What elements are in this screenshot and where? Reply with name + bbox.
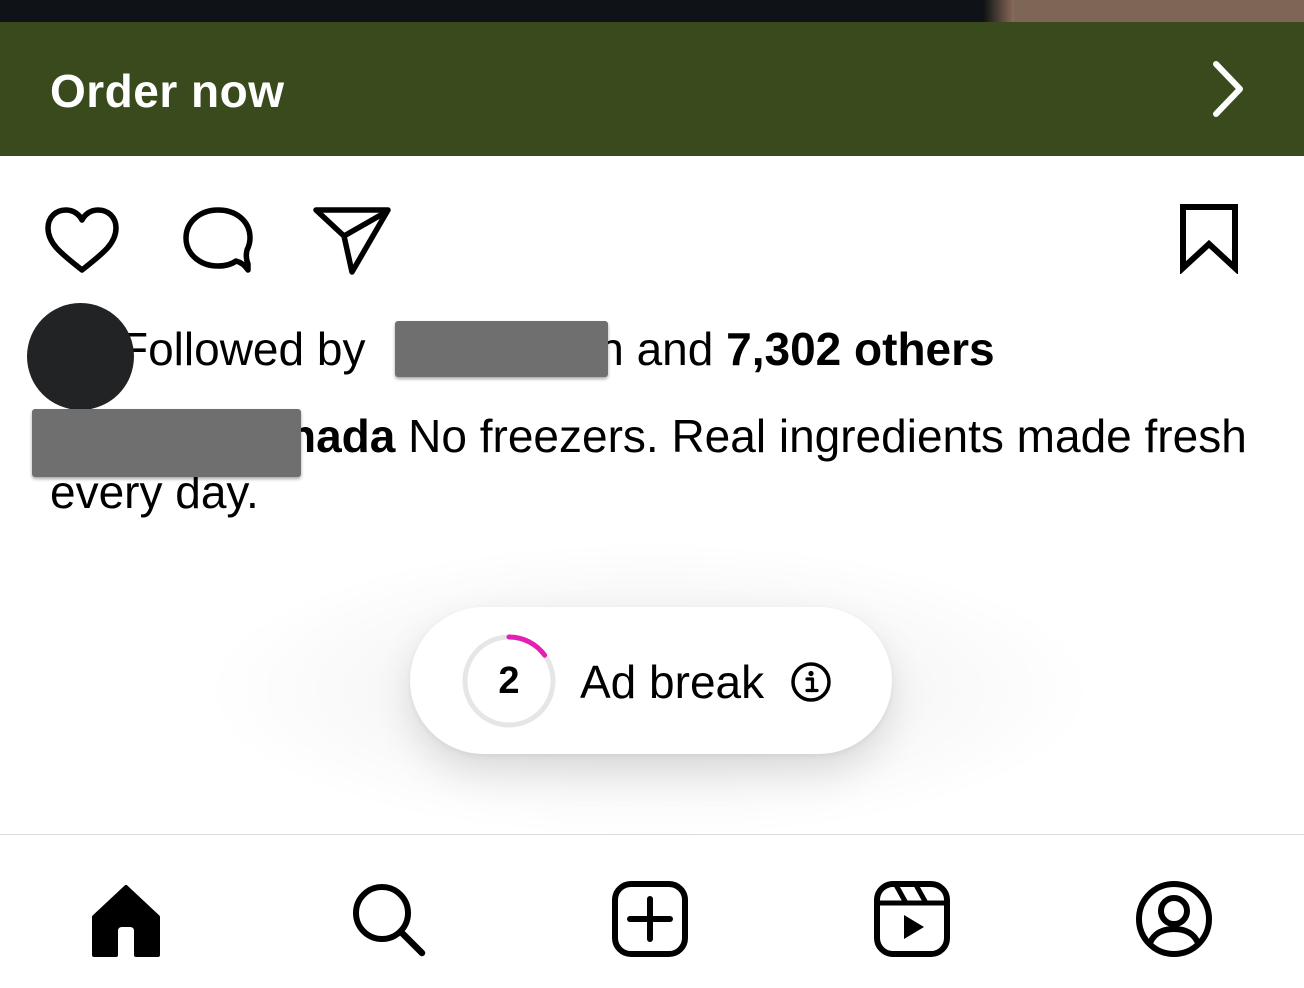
media-edge	[984, 0, 1014, 22]
info-icon[interactable]	[790, 661, 832, 703]
ad-break-label: Ad break	[580, 656, 765, 708]
avatar[interactable]	[27, 303, 134, 410]
tab-reels[interactable]	[868, 875, 956, 963]
tab-create[interactable]	[606, 875, 694, 963]
profile-icon	[1136, 881, 1212, 957]
create-icon	[612, 881, 688, 957]
media-edge-right	[1014, 0, 1304, 22]
likes-count[interactable]: 7,302 others	[726, 323, 994, 375]
post-actions	[0, 200, 1304, 280]
redaction-box	[32, 409, 301, 477]
tab-home[interactable]	[82, 875, 170, 963]
reels-icon	[874, 881, 950, 957]
followed-by-prefix: Followed by	[120, 323, 379, 375]
bottom-tab-bar	[0, 834, 1304, 988]
tab-profile[interactable]	[1130, 875, 1218, 963]
heart-icon[interactable]	[42, 204, 122, 276]
redaction-box	[395, 321, 608, 377]
countdown-number: 2	[498, 660, 520, 702]
comment-icon[interactable]	[180, 204, 256, 276]
home-icon	[92, 885, 160, 957]
caption-username[interactable]: nada	[288, 410, 395, 462]
ad-break-pill[interactable]: 2 Ad break	[410, 607, 892, 754]
order-now-cta[interactable]: Order now	[0, 22, 1304, 156]
cta-label: Order now	[50, 65, 285, 117]
paper-plane-icon[interactable]	[312, 204, 392, 276]
tab-search[interactable]	[344, 875, 432, 963]
bookmark-icon[interactable]	[1178, 202, 1240, 274]
post-media-image[interactable]	[0, 0, 1304, 22]
chevron-right-icon	[1213, 61, 1243, 117]
search-icon	[353, 884, 426, 957]
followed-by-tail: n and	[598, 323, 727, 375]
